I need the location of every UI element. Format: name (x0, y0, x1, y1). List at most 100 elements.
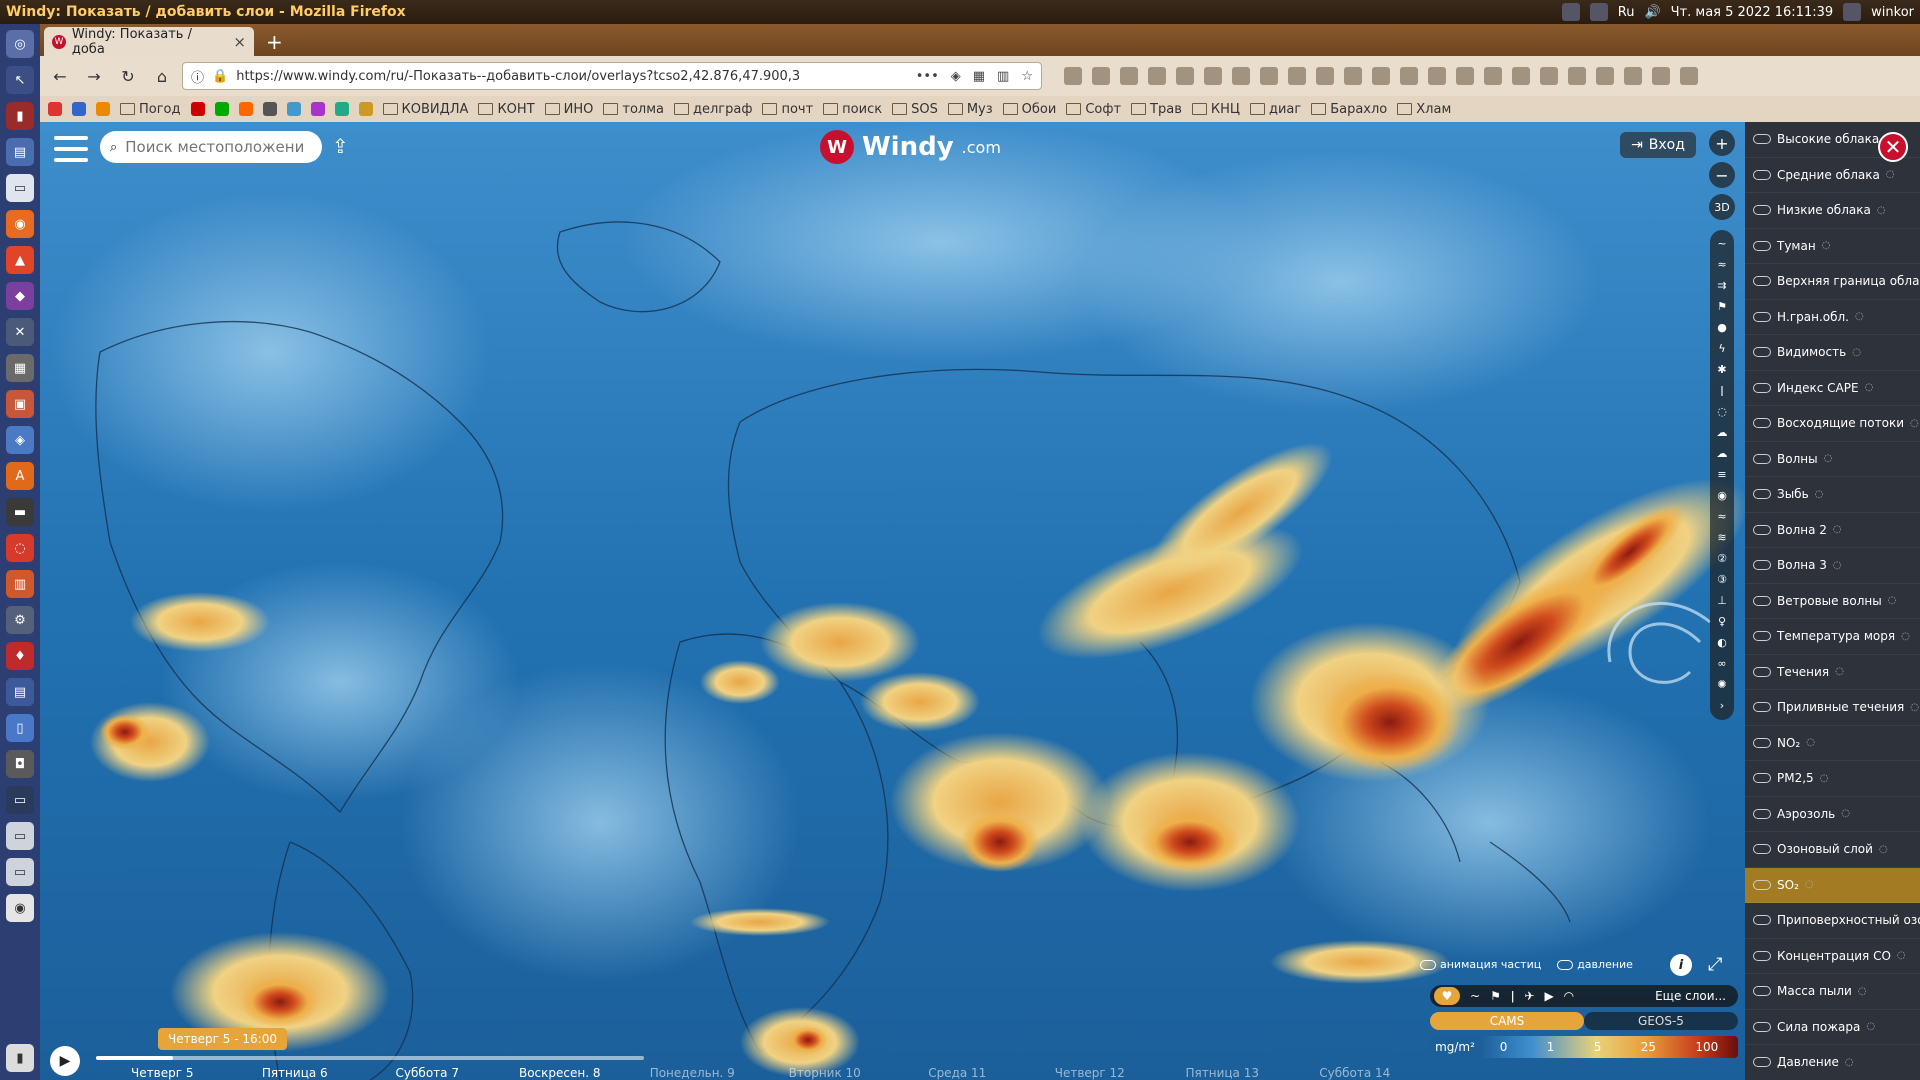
translate-icon[interactable]: ▥ (997, 69, 1009, 84)
extension-2-icon[interactable] (1176, 67, 1194, 85)
extension-13-icon[interactable] (1484, 67, 1502, 85)
radar-icon[interactable]: ◠ (1564, 989, 1574, 1003)
settings-icon[interactable]: ⚙ (6, 606, 34, 634)
extension-15-icon[interactable] (1540, 67, 1558, 85)
extension-5-icon[interactable] (1260, 67, 1278, 85)
cursor-tool-icon[interactable]: ↖ (6, 66, 34, 94)
layer-item[interactable]: Волна 2 ◌ (1745, 513, 1920, 548)
wind-accum-icon[interactable]: ⇉ (1715, 280, 1729, 292)
bookmark-folder[interactable]: КОНТ (478, 102, 534, 117)
layer-item[interactable]: Давление ◌ (1745, 1045, 1920, 1080)
bookmark-folder[interactable]: КНЦ (1192, 102, 1240, 117)
layer-toggle[interactable] (1753, 666, 1771, 677)
pocket-icon[interactable]: ◈ (951, 69, 961, 84)
timeline-day[interactable]: Пятница 6 (229, 1066, 362, 1080)
timeline-day[interactable]: Четверг 12 (1024, 1066, 1157, 1080)
share-icon[interactable]: ⇪ (332, 134, 349, 158)
layer-toggle[interactable] (1753, 382, 1771, 393)
forward-icon[interactable]: → (80, 62, 108, 90)
layer-toggle[interactable] (1753, 879, 1771, 890)
extension-1-icon[interactable] (1148, 67, 1166, 85)
library-icon[interactable] (1092, 67, 1110, 85)
layer-toggle[interactable] (1753, 418, 1771, 429)
current-time-bubble[interactable]: Четверг 5 - 16:00 (158, 1028, 287, 1050)
timeline-day[interactable]: Пятница 13 (1156, 1066, 1289, 1080)
timeline-day[interactable]: Воскресен. 8 (494, 1066, 627, 1080)
layer-item[interactable]: Волна 3 ◌ (1745, 548, 1920, 584)
timeline-day[interactable]: Среда 11 (891, 1066, 1024, 1080)
bookmark-folder[interactable]: Обои (1003, 102, 1057, 117)
bookmark-folder[interactable]: толма (603, 102, 664, 117)
volume-icon[interactable]: 🔊 (1644, 5, 1660, 20)
waves-layer-icon[interactable]: ≈ (1715, 511, 1729, 523)
bookmark-folder[interactable]: делграф (674, 102, 752, 117)
files-icon[interactable]: ▤ (6, 138, 34, 166)
bookmark-star-icon[interactable]: ☆ (1021, 69, 1033, 84)
workspace-icon[interactable]: ▭ (6, 786, 34, 814)
no2-layer-icon[interactable]: ♀ (1715, 616, 1729, 628)
layer-toggle[interactable] (1753, 453, 1771, 464)
layer-item[interactable]: Концентрация CO ◌ (1745, 939, 1920, 974)
layer-toggle[interactable] (1753, 1021, 1771, 1032)
layer-item[interactable]: Восходящие потоки ◌ (1745, 406, 1920, 442)
clock[interactable]: Чт. мая 5 2022 16:11:39 (1671, 5, 1833, 20)
dash-icon[interactable]: ◎ (6, 30, 34, 58)
model-cams[interactable]: CAMS (1430, 1012, 1584, 1030)
timeline-day[interactable]: Понедельн. 9 (626, 1066, 759, 1080)
url-text[interactable]: https://www.windy.com/ru/-Показать--доба… (236, 69, 800, 84)
camera-icon[interactable]: ◘ (6, 750, 34, 778)
extension-10-icon[interactable] (1400, 67, 1418, 85)
tab-close-icon[interactable]: × (233, 33, 246, 51)
bookmark-favicon-icon[interactable] (72, 102, 86, 116)
weather-map[interactable]: ⌕ ⇪ W Windy .com ⇥ Вход + − 3D ~ ≈ ⇉ ⚑ ● … (40, 122, 1745, 1080)
timeline-track[interactable] (96, 1056, 644, 1060)
layer-toggle[interactable] (1753, 276, 1771, 287)
layer-item[interactable]: Низкие облака ◌ (1745, 193, 1920, 229)
windy-logo[interactable]: W Windy .com (820, 130, 1001, 164)
timeline-day[interactable]: Суббота 7 (361, 1066, 494, 1080)
expand-rail-icon[interactable]: › (1715, 700, 1729, 712)
layer-toggle[interactable] (1753, 134, 1771, 145)
keyboard-layout[interactable]: Ru (1618, 5, 1635, 20)
help-icon[interactable]: ◌ (6, 534, 34, 562)
extension-9-icon[interactable] (1372, 67, 1390, 85)
layer-item[interactable]: Течения ◌ (1745, 655, 1920, 690)
bookmark-favicon-icon[interactable] (334, 102, 349, 116)
bookmark-folder[interactable]: почт (762, 102, 813, 117)
layer-item[interactable]: Верхняя граница облак◌ (1745, 264, 1920, 300)
flag-icon[interactable]: ▦ (973, 69, 985, 84)
extension-17-icon[interactable] (1596, 67, 1614, 85)
layer-toggle[interactable] (1753, 489, 1771, 500)
heart-icon[interactable]: ♥ (1434, 987, 1460, 1005)
search-input[interactable] (125, 138, 306, 156)
layer-toggle[interactable] (1753, 773, 1771, 784)
layer-toggle[interactable] (1753, 702, 1771, 713)
thunder-icon[interactable]: ϟ (1715, 343, 1729, 355)
timeline-day[interactable]: Суббота 14 (1289, 1066, 1422, 1080)
wave2-layer-icon[interactable]: ② (1715, 553, 1729, 565)
brave-icon[interactable]: ▲ (6, 246, 34, 274)
network-icon[interactable] (1561, 3, 1580, 21)
extension-4-icon[interactable] (1232, 67, 1250, 85)
extension-19-icon[interactable] (1652, 67, 1670, 85)
humidity-icon[interactable]: ◌ (1715, 406, 1729, 418)
bookmark-folder[interactable]: КОВИДЛА (383, 102, 469, 117)
layer-item[interactable]: Приповерхностный озо◌ (1745, 903, 1920, 939)
layer-item[interactable]: Средние облака ◌ (1745, 158, 1920, 193)
tools-icon[interactable]: ✕ (6, 318, 34, 346)
layer-item[interactable]: NO₂ ◌ (1745, 726, 1920, 761)
zoom-out-button[interactable]: − (1709, 162, 1735, 188)
flag-picker-icon[interactable]: ⚑ (1490, 989, 1501, 1003)
bookmark-favicon-icon[interactable] (48, 102, 62, 116)
page-actions-icon[interactable]: ••• (916, 69, 939, 84)
layer-toggle[interactable] (1753, 1057, 1771, 1068)
layer-item[interactable]: Приливные течения ◌ (1745, 690, 1920, 726)
bookmark-folder[interactable]: Трав (1131, 102, 1182, 117)
terminal-icon[interactable]: ▮ (6, 102, 34, 130)
pressure-toggle[interactable]: давление (1557, 958, 1633, 971)
wind-picker-icon[interactable]: ~ (1470, 989, 1480, 1003)
login-button[interactable]: ⇥ Вход (1620, 132, 1696, 158)
url-bar[interactable]: ⓘ 🔒 https://www.windy.com/ru/-Показать--… (182, 62, 1042, 90)
firefox-icon[interactable]: ◉ (6, 210, 34, 238)
ozone-layer-icon[interactable]: ✺ (1715, 679, 1729, 691)
